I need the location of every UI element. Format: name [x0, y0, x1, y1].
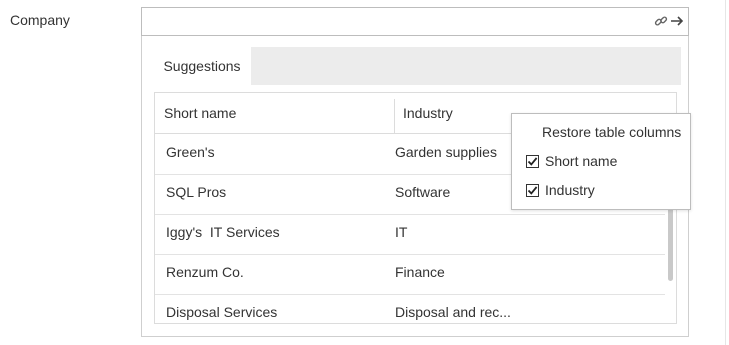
- cell-short-name: Green's: [166, 144, 215, 160]
- panel-edge: [725, 0, 726, 345]
- company-input[interactable]: [141, 7, 689, 36]
- column-header-industry[interactable]: Industry: [403, 105, 453, 121]
- menu-item-label: Short name: [545, 153, 618, 169]
- cell-industry: Disposal and rec...: [395, 304, 511, 320]
- tab-suggestions[interactable]: Suggestions: [153, 47, 251, 85]
- cell-short-name: Disposal Services: [166, 304, 278, 320]
- menu-item-short-name[interactable]: Short name: [526, 151, 617, 171]
- input-actions: [654, 14, 684, 28]
- column-header-short-name[interactable]: Short name: [164, 105, 236, 121]
- checkbox-industry[interactable]: [526, 183, 539, 197]
- menu-title-restore-columns[interactable]: Restore table columns: [542, 124, 681, 140]
- menu-item-industry[interactable]: Industry: [526, 180, 595, 200]
- cell-industry: Software: [395, 184, 451, 200]
- checkmark-icon: [527, 156, 538, 166]
- cell-short-name: Iggy's IT Services: [166, 224, 280, 240]
- cell-industry: Finance: [395, 264, 445, 280]
- column-context-menu: Restore table columns Short name Industr…: [511, 113, 691, 210]
- cell-short-name: SQL Pros: [166, 184, 227, 200]
- arrow-right-icon[interactable]: [670, 14, 684, 28]
- tab-strip: Suggestions: [153, 47, 681, 85]
- company-label: Company: [10, 12, 70, 28]
- column-divider[interactable]: [394, 99, 395, 133]
- table-row[interactable]: Disposal Services Disposal and rec...: [155, 294, 665, 323]
- cell-short-name: Renzum Co.: [166, 264, 244, 280]
- table-row[interactable]: Iggy's IT Services IT: [155, 214, 665, 255]
- link-icon[interactable]: [654, 14, 668, 28]
- checkmark-icon: [527, 185, 538, 195]
- cell-industry: IT: [395, 224, 408, 240]
- checkbox-short-name[interactable]: [526, 154, 539, 168]
- table-row[interactable]: Renzum Co. Finance: [155, 254, 665, 295]
- menu-item-label: Industry: [545, 182, 595, 198]
- cell-industry: Garden supplies: [395, 144, 497, 160]
- table-scrollbar[interactable]: [668, 207, 673, 281]
